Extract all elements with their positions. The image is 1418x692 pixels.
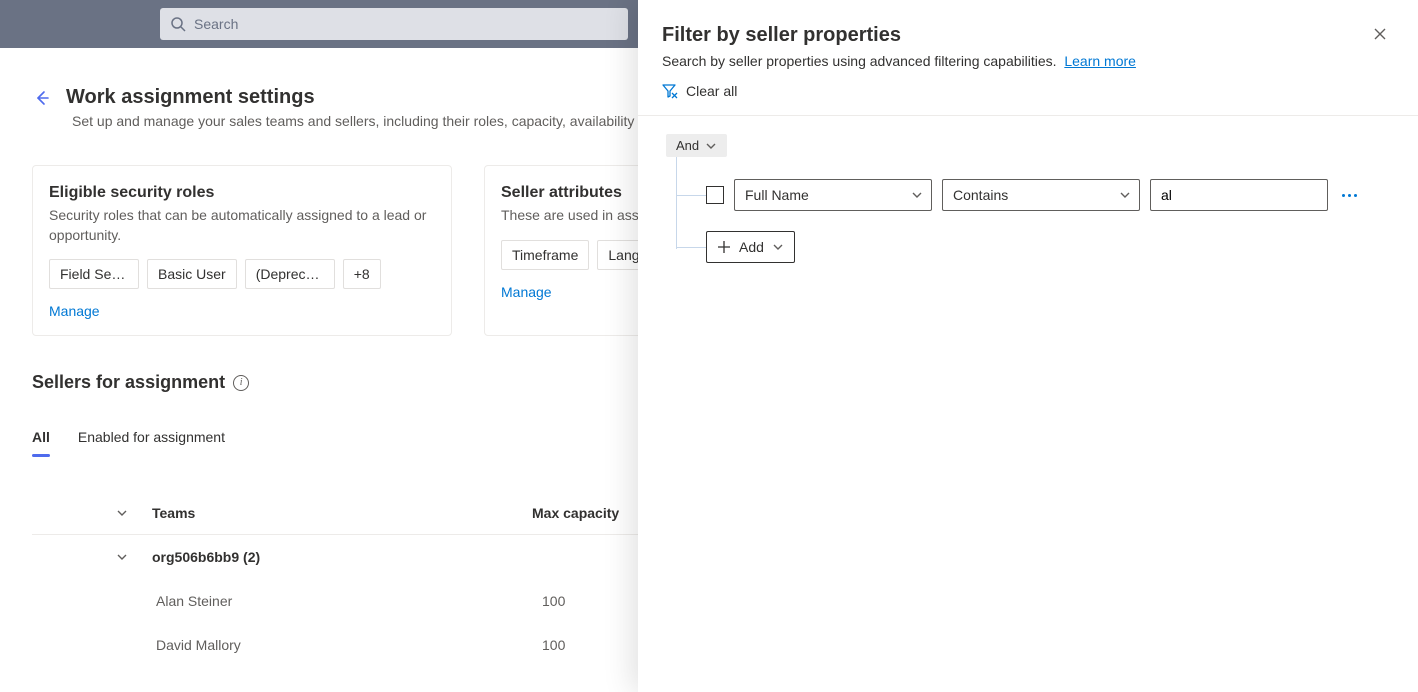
manage-attrs-link[interactable]: Manage	[501, 284, 552, 300]
clear-all-label: Clear all	[686, 83, 737, 99]
panel-title: Filter by seller properties	[662, 24, 1136, 47]
operator-dropdown[interactable]: Contains	[942, 179, 1140, 211]
card-roles-title: Eligible security roles	[49, 184, 435, 202]
role-chip[interactable]: (Deprecate...	[245, 259, 335, 289]
group-name: org506b6bb9 (2)	[152, 549, 532, 565]
role-chip[interactable]: Basic User	[147, 259, 237, 289]
panel-subtitle: Search by seller properties using advanc…	[662, 53, 1136, 69]
col-teams[interactable]: Teams	[152, 505, 532, 521]
role-chip[interactable]: Field Servic...	[49, 259, 139, 289]
clear-all-button[interactable]: Clear all	[662, 83, 1390, 99]
global-search[interactable]	[160, 8, 628, 40]
group-toggle[interactable]	[92, 551, 152, 563]
info-icon[interactable]: i	[233, 375, 249, 391]
chevron-down-icon	[772, 241, 784, 253]
add-label: Add	[739, 239, 764, 255]
value-input[interactable]	[1150, 179, 1328, 211]
chevron-down-icon	[1119, 189, 1131, 201]
filter-panel: Filter by seller properties Search by se…	[638, 0, 1418, 692]
plus-icon	[717, 240, 731, 254]
chevron-down-icon	[116, 507, 128, 519]
group-operator-dropdown[interactable]: And	[666, 134, 727, 157]
learn-more-link[interactable]: Learn more	[1064, 53, 1136, 69]
expand-all[interactable]	[92, 507, 152, 519]
search-icon	[170, 16, 186, 32]
section-title: Sellers for assignment	[32, 372, 225, 393]
global-search-input[interactable]	[194, 16, 618, 32]
card-eligible-roles: Eligible security roles Security roles t…	[32, 165, 452, 336]
add-condition-button[interactable]: Add	[706, 231, 795, 263]
condition-more-button[interactable]	[1338, 190, 1361, 201]
chevron-down-icon	[705, 140, 717, 152]
arrow-left-icon	[32, 88, 52, 108]
role-chip-more[interactable]: +8	[343, 259, 381, 289]
filter-condition-row: Full Name Contains	[706, 179, 1390, 211]
chevron-down-icon	[911, 189, 923, 201]
card-roles-desc: Security roles that can be automatically…	[49, 206, 435, 245]
tab-all[interactable]: All	[32, 421, 50, 457]
filter-builder: And Full Name Contains	[638, 116, 1418, 281]
attr-chip[interactable]: Timeframe	[501, 240, 589, 270]
close-panel-button[interactable]	[1370, 24, 1390, 44]
field-label: Full Name	[745, 187, 809, 203]
condition-checkbox[interactable]	[706, 186, 724, 204]
close-icon	[1372, 26, 1388, 42]
tab-enabled[interactable]: Enabled for assignment	[78, 421, 225, 457]
group-operator-label: And	[676, 138, 699, 153]
field-dropdown[interactable]: Full Name	[734, 179, 932, 211]
manage-roles-link[interactable]: Manage	[49, 303, 100, 319]
page-title: Work assignment settings	[66, 86, 315, 109]
chevron-down-icon	[116, 551, 128, 563]
filter-clear-icon	[662, 83, 678, 99]
seller-name: Alan Steiner	[152, 593, 532, 609]
operator-label: Contains	[953, 187, 1008, 203]
back-button[interactable]	[32, 88, 52, 108]
seller-name: David Mallory	[152, 637, 532, 653]
